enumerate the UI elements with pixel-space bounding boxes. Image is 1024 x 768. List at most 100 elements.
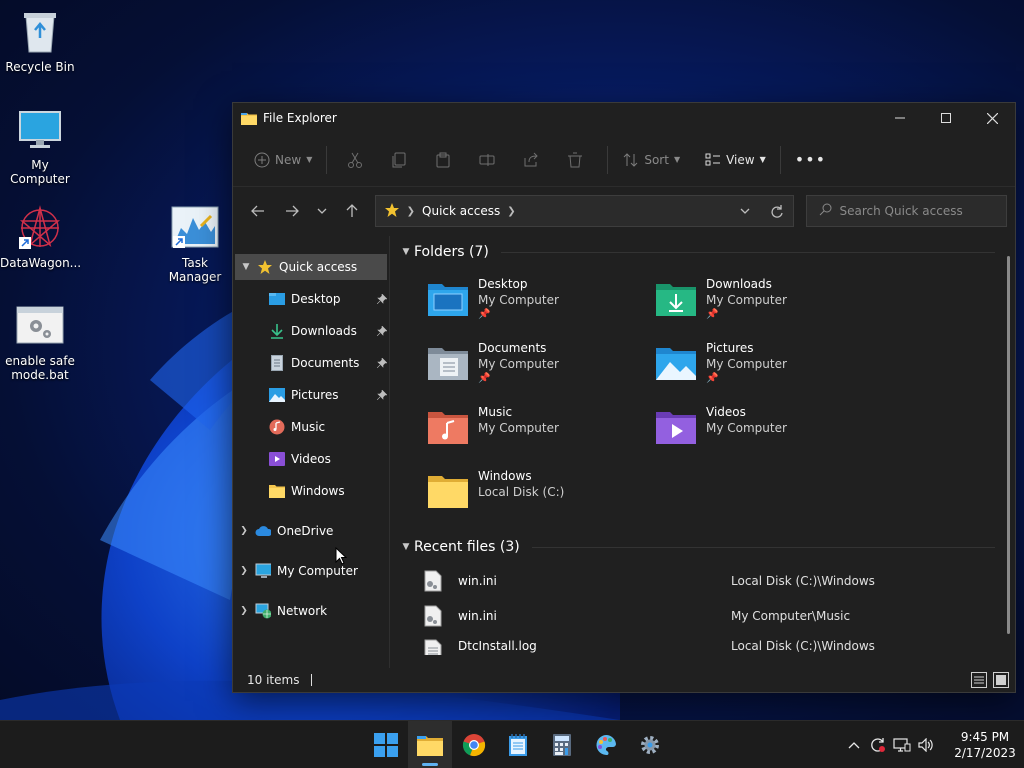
music-icon: [269, 419, 285, 435]
desktop-icon-task-manager[interactable]: Task Manager: [155, 204, 235, 284]
folders-section-header[interactable]: ▼ Folders (7): [398, 236, 1015, 268]
start-button[interactable]: [364, 721, 408, 768]
documents-folder-icon: [428, 348, 468, 380]
desktop-icon-recycle-bin[interactable]: Recycle Bin: [0, 8, 80, 74]
view-button[interactable]: View ▼: [698, 144, 772, 176]
download-icon: [269, 323, 285, 339]
star-icon: [384, 202, 400, 221]
monitor-icon: [255, 563, 271, 579]
taskbar-chrome[interactable]: [452, 721, 496, 768]
folder-name: Music: [478, 405, 513, 419]
desktop-icon-datawagon[interactable]: DataWagon...: [0, 204, 81, 270]
recent-file-row[interactable]: win.ini Local Disk (C:)\Windows: [398, 563, 1015, 598]
up-button[interactable]: [335, 195, 369, 227]
sidebar-item-desktop[interactable]: Desktop: [233, 283, 389, 315]
paste-button[interactable]: [423, 144, 467, 176]
sidebar-item-music[interactable]: Music: [233, 411, 389, 443]
back-button[interactable]: [241, 195, 275, 227]
desktop-icon-enable-safe-mode[interactable]: enable safe mode.bat: [0, 302, 80, 382]
arrow-left-icon: [251, 205, 264, 217]
sidebar-item-pictures[interactable]: Pictures: [233, 379, 389, 411]
folder-icon: [428, 476, 468, 508]
network-monitor-icon: [893, 738, 911, 752]
batch-file-icon: [16, 302, 64, 350]
navigation-pane: ▼ Quick access Desktop Downloads Documen…: [233, 236, 390, 668]
view-icon: [704, 151, 722, 169]
clock-button[interactable]: 9:45 PM 2/17/2023: [946, 729, 1024, 761]
folder-icon: [417, 736, 443, 756]
maximize-button[interactable]: [923, 103, 969, 133]
search-icon: [819, 203, 832, 219]
taskbar-settings[interactable]: [628, 721, 672, 768]
recent-file-path: My Computer\Music: [731, 608, 851, 623]
breadcrumb-quick-access[interactable]: Quick access: [422, 204, 500, 218]
folder-location: My Computer: [478, 421, 559, 435]
sidebar-item-network[interactable]: ❯ Network: [233, 595, 389, 627]
search-box[interactable]: Search Quick access: [805, 195, 1007, 227]
sidebar-item-onedrive[interactable]: ❯ OneDrive: [233, 515, 389, 547]
desktop-icon-my-computer[interactable]: My Computer: [0, 106, 80, 186]
taskbar-file-explorer[interactable]: [408, 721, 452, 768]
sort-button[interactable]: Sort ▼: [616, 144, 686, 176]
taskbar-paint[interactable]: [584, 721, 628, 768]
close-button[interactable]: [969, 103, 1015, 133]
folder-tile-music[interactable]: Music My Computer: [426, 396, 654, 460]
volume-button[interactable]: [914, 721, 938, 768]
notepad-icon: [509, 734, 527, 756]
update-status-button[interactable]: [866, 721, 890, 768]
details-view-icon: [974, 676, 984, 684]
recent-file-row[interactable]: win.ini My Computer\Music: [398, 598, 1015, 633]
folder-tile-documents[interactable]: Documents My Computer 📌: [426, 332, 654, 396]
forward-button[interactable]: [275, 195, 309, 227]
title-bar[interactable]: File Explorer: [233, 103, 1015, 133]
folder-tile-desktop[interactable]: Desktop My Computer 📌: [426, 268, 654, 332]
address-history-button[interactable]: [729, 208, 761, 214]
sidebar-item-documents[interactable]: Documents: [233, 347, 389, 379]
more-options-button[interactable]: •••: [789, 144, 832, 176]
minimize-button[interactable]: [877, 103, 923, 133]
tiles-view-button[interactable]: [993, 672, 1009, 688]
network-status-button[interactable]: [890, 721, 914, 768]
sidebar-item-videos[interactable]: Videos: [233, 443, 389, 475]
vertical-scrollbar[interactable]: [1007, 256, 1010, 634]
rename-icon: [478, 151, 496, 169]
recent-section-header[interactable]: ▼ Recent files (3): [398, 531, 1015, 563]
sidebar-item-my-computer[interactable]: ❯ My Computer: [233, 555, 389, 587]
folder-name: Desktop: [478, 277, 528, 291]
cut-button[interactable]: [335, 144, 379, 176]
desktop-folder-icon: [269, 291, 285, 307]
details-view-button[interactable]: [971, 672, 987, 688]
share-button[interactable]: [511, 144, 555, 176]
chrome-icon: [462, 734, 486, 757]
folder-name: Windows: [478, 469, 532, 483]
show-hidden-icons-button[interactable]: [842, 721, 866, 768]
sidebar-item-downloads[interactable]: Downloads: [233, 315, 389, 347]
new-button[interactable]: New ▼: [247, 144, 318, 176]
copy-icon: [390, 151, 408, 169]
refresh-button[interactable]: [761, 204, 793, 218]
address-bar[interactable]: ❯ Quick access ❯: [374, 195, 794, 227]
share-icon: [522, 151, 540, 169]
network-icon: [255, 603, 271, 619]
taskbar: 9:45 PM 2/17/2023: [0, 720, 1024, 768]
delete-button[interactable]: [555, 144, 599, 176]
folder-name: Pictures: [706, 341, 754, 355]
folder-tile-videos[interactable]: Videos My Computer: [654, 396, 882, 460]
folder-location: Local Disk (C:): [478, 485, 565, 499]
taskbar-calculator[interactable]: [540, 721, 584, 768]
clock-date: 2/17/2023: [954, 746, 1016, 760]
sidebar-item-quick-access[interactable]: ▼ Quick access: [235, 254, 387, 280]
folder-tile-pictures[interactable]: Pictures My Computer 📌: [654, 332, 882, 396]
recent-locations-button[interactable]: [309, 195, 335, 227]
rename-button[interactable]: [467, 144, 511, 176]
recent-file-row[interactable]: DtcInstall.log Local Disk (C:)\Windows: [398, 633, 1015, 655]
folder-location: My Computer: [706, 293, 787, 307]
folder-icon: [269, 483, 285, 499]
sidebar-item-windows[interactable]: Windows: [233, 475, 389, 507]
taskbar-notepad[interactable]: [496, 721, 540, 768]
folder-tile-downloads[interactable]: Downloads My Computer 📌: [654, 268, 882, 332]
folder-tile-windows[interactable]: Windows Local Disk (C:): [426, 460, 654, 524]
config-file-icon: [424, 570, 442, 591]
copy-button[interactable]: [379, 144, 423, 176]
pin-icon: [376, 325, 388, 339]
